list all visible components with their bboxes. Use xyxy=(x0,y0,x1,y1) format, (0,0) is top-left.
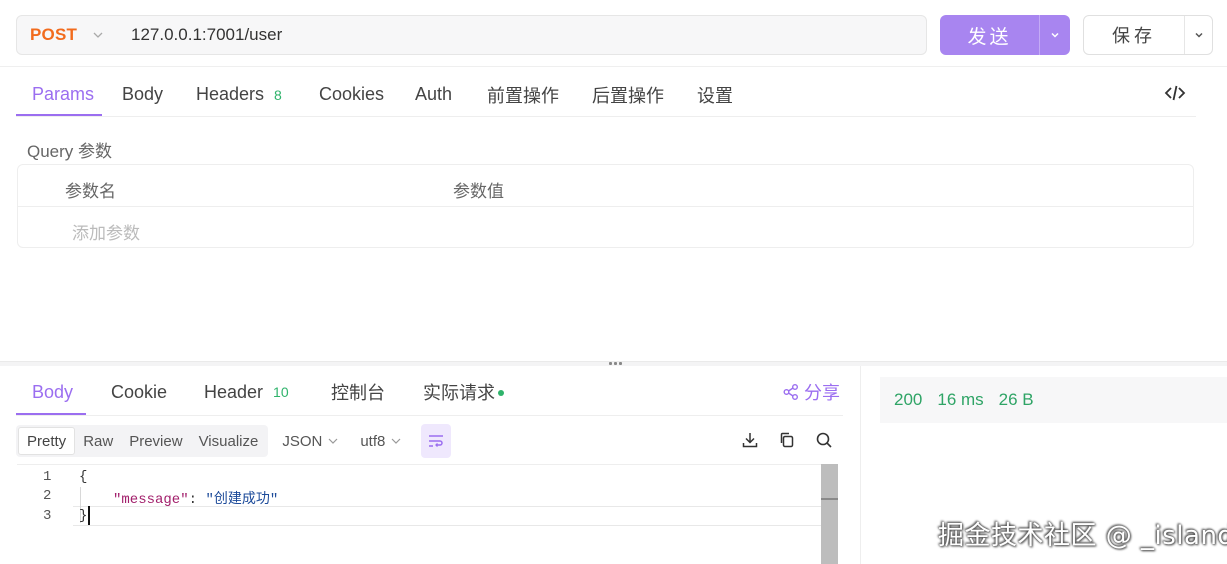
view-mode-group: Pretty Raw Preview Visualize xyxy=(16,425,269,457)
view-toolbar: Pretty Raw Preview Visualize JSON utf8 xyxy=(16,424,452,458)
tab-headers-label: Headers xyxy=(196,84,265,104)
status-dot xyxy=(498,390,504,396)
request-bar: POST 127.0.0.1:7001/user xyxy=(16,15,927,55)
response-tab-header-label: Header xyxy=(204,381,264,402)
share-label: 分享 xyxy=(804,383,840,403)
active-tab-indicator xyxy=(16,114,102,116)
drag-handle-icon[interactable] xyxy=(609,362,622,365)
active-response-tab-indicator xyxy=(16,413,86,415)
editor-scrollbar[interactable] xyxy=(821,464,838,564)
line-number: 2 xyxy=(43,488,52,504)
response-size: 26 B xyxy=(998,390,1034,409)
response-tab-cookie[interactable]: Cookie xyxy=(111,371,167,413)
chevron-down-icon xyxy=(328,438,338,444)
actual-request-label: 实际请求 xyxy=(423,383,495,403)
tab-pre-ops[interactable]: 前置操作 xyxy=(487,72,559,117)
code-line-1: { xyxy=(79,469,88,485)
tab-cookies[interactable]: Cookies xyxy=(319,72,384,117)
params-table: 参数名 参数值 添加参数 xyxy=(17,164,1194,248)
active-line-highlight xyxy=(73,506,837,526)
json-colon: : xyxy=(188,492,206,508)
param-name-header: 参数名 xyxy=(65,182,116,201)
response-tab-console[interactable]: 控制台 xyxy=(331,371,385,413)
search-icon[interactable] xyxy=(814,430,833,449)
response-side-divider xyxy=(860,366,861,564)
chevron-down-icon xyxy=(391,438,401,444)
encoding-label: utf8 xyxy=(360,432,386,450)
send-dropdown-button[interactable] xyxy=(1040,15,1070,55)
send-button[interactable]: 发送 xyxy=(940,15,1039,55)
save-dropdown-button[interactable] xyxy=(1185,16,1212,54)
share-icon xyxy=(783,384,798,400)
chevron-down-icon xyxy=(93,32,103,38)
save-button-group: 保存 xyxy=(1083,15,1213,55)
params-table-header: 参数名 参数值 xyxy=(18,165,1193,207)
word-wrap-button[interactable] xyxy=(421,424,452,458)
view-mode-pretty[interactable]: Pretty xyxy=(18,427,76,455)
request-tabs: Params Body Headers 8 Cookies Auth 前置操作 … xyxy=(16,72,1196,117)
status-code: 200 xyxy=(894,390,923,409)
send-button-group: 发送 xyxy=(940,15,1070,55)
text-cursor xyxy=(88,506,90,525)
top-divider xyxy=(0,66,1227,67)
share-button[interactable]: 分享 xyxy=(782,371,840,413)
add-param-row[interactable]: 添加参数 xyxy=(18,207,1193,247)
view-mode-raw[interactable]: Raw xyxy=(75,427,121,455)
view-mode-visualize[interactable]: Visualize xyxy=(191,427,267,455)
download-icon[interactable] xyxy=(740,430,759,449)
response-stats: 200 16 ms 26 B xyxy=(880,377,1227,423)
line-number: 3 xyxy=(43,508,52,524)
tab-body[interactable]: Body xyxy=(122,72,163,117)
editor-tools xyxy=(740,430,833,449)
view-mode-preview[interactable]: Preview xyxy=(121,427,190,455)
code-line-3: } xyxy=(79,508,88,524)
tab-headers[interactable]: Headers 8 xyxy=(196,72,282,117)
save-button[interactable]: 保存 xyxy=(1084,16,1184,54)
chevron-down-icon xyxy=(1051,32,1059,38)
response-body-editor[interactable]: 1 2 3 { "message": "创建成功" } xyxy=(17,464,837,564)
chevron-down-icon xyxy=(1194,32,1203,38)
response-tab-header[interactable]: Header 10 xyxy=(204,371,289,413)
response-time: 16 ms xyxy=(937,390,984,409)
encoding-select[interactable]: utf8 xyxy=(360,433,401,450)
tab-params[interactable]: Params xyxy=(32,72,94,117)
method-select[interactable]: POST xyxy=(17,16,115,54)
param-value-header: 参数值 xyxy=(453,182,504,201)
format-select[interactable]: JSON xyxy=(282,433,338,450)
response-tab-body[interactable]: Body xyxy=(32,371,73,413)
add-param-placeholder[interactable]: 添加参数 xyxy=(72,219,140,244)
headers-count-badge: 8 xyxy=(274,86,282,103)
json-key: "message" xyxy=(113,492,189,508)
query-params-label: Query 参数 xyxy=(27,142,113,161)
watermark: 掘金技术社区 @ _island xyxy=(938,521,1227,551)
format-label: JSON xyxy=(282,432,323,450)
copy-icon[interactable] xyxy=(777,430,796,449)
tab-settings[interactable]: 设置 xyxy=(697,72,733,117)
response-tab-actual-request[interactable]: 实际请求 xyxy=(423,371,504,413)
header-count-badge: 10 xyxy=(273,384,289,400)
tab-post-ops[interactable]: 后置操作 xyxy=(592,72,664,117)
tab-auth[interactable]: Auth xyxy=(415,72,452,117)
json-string-value: "创建成功" xyxy=(205,492,279,508)
code-line-2: "message": "创建成功" xyxy=(113,488,278,508)
line-number: 1 xyxy=(43,469,52,485)
word-wrap-icon xyxy=(429,435,444,447)
method-label: POST xyxy=(30,25,78,44)
scrollbar-marker xyxy=(821,498,838,500)
line-number-gutter: 1 2 3 xyxy=(17,465,67,564)
code-icon[interactable] xyxy=(1164,82,1186,104)
url-input[interactable]: 127.0.0.1:7001/user xyxy=(115,25,282,45)
panel-splitter[interactable] xyxy=(0,361,1227,366)
response-tabs: Body Cookie Header 10 控制台 实际请求 分享 xyxy=(16,371,843,416)
